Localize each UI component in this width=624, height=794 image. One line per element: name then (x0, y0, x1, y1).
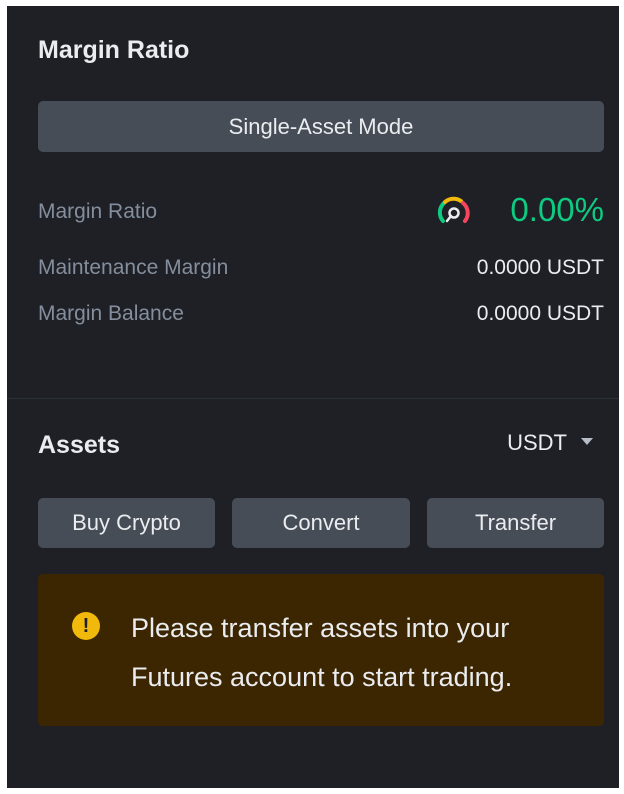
risk-gauge-icon (437, 196, 470, 223)
section-divider (7, 398, 619, 399)
margin-assets-panel: Margin Ratio Single-Asset Mode Margin Ra… (7, 6, 619, 788)
margin-ratio-label: Margin Ratio (38, 200, 158, 223)
notice-text: Please transfer assets into your Futures… (131, 613, 513, 692)
transfer-notice: ! Please transfer assets into your Futur… (38, 574, 604, 726)
margin-balance-value: 0.0000 USDT (476, 302, 604, 325)
margin-ratio-title: Margin Ratio (38, 36, 190, 64)
margin-ratio-value: 0.00% (510, 191, 604, 228)
maintenance-margin-value: 0.0000 USDT (476, 256, 604, 279)
buy-crypto-button[interactable]: Buy Crypto (38, 498, 215, 548)
maintenance-margin-label: Maintenance Margin (38, 256, 229, 279)
convert-button[interactable]: Convert (232, 498, 410, 548)
warning-exclamation-icon: ! (72, 612, 100, 640)
margin-balance-label: Margin Balance (38, 302, 184, 325)
transfer-button[interactable]: Transfer (427, 498, 604, 548)
single-asset-mode-button[interactable]: Single-Asset Mode (38, 101, 604, 152)
assets-title: Assets (38, 431, 120, 459)
caret-down-icon[interactable] (581, 438, 593, 445)
currency-select[interactable]: USDT (507, 430, 567, 456)
